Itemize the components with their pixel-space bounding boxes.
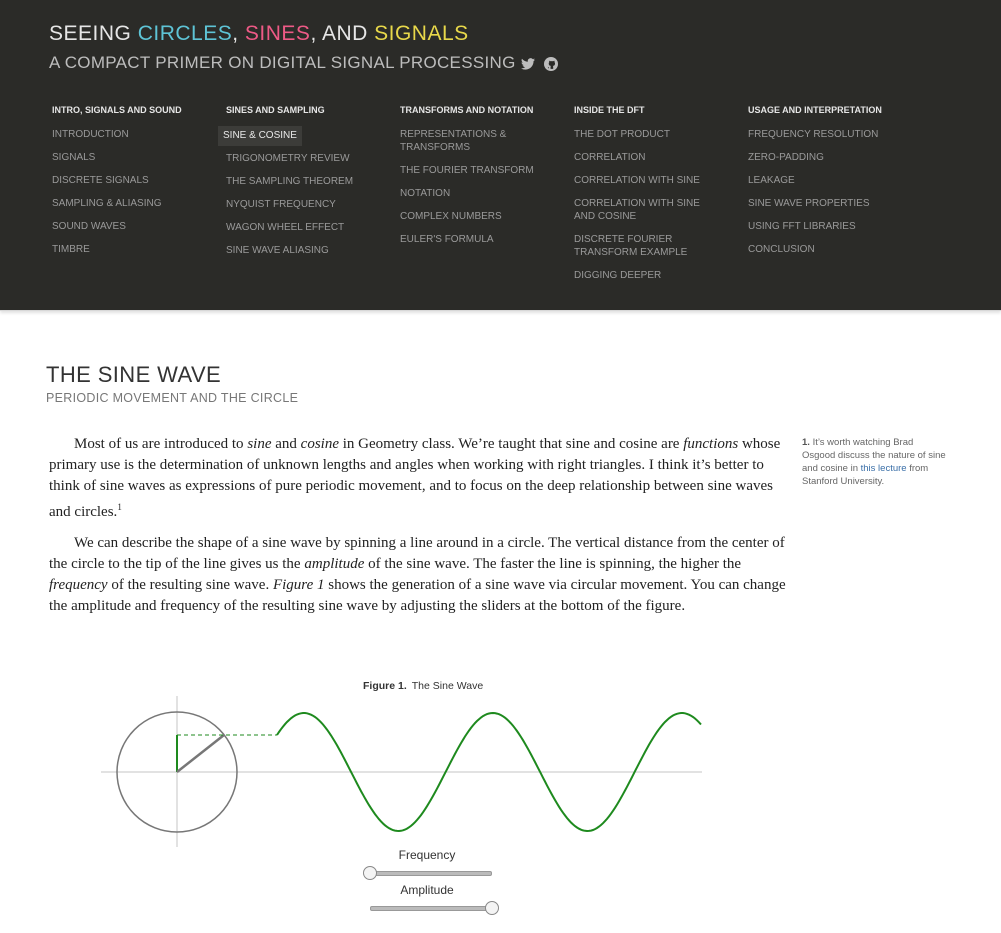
text-run: in Geometry class. We’re taught that sin… <box>338 436 684 452</box>
frequency-label: Frequency <box>398 848 456 862</box>
nav-item-sound-waves[interactable]: SOUND WAVES <box>49 217 214 237</box>
text-run: amplitude <box>304 556 365 572</box>
amplitude-label: Amplitude <box>400 883 454 897</box>
nav-item-dot-product[interactable]: THE DOT PRODUCT <box>571 125 736 145</box>
nav-item-representations-transforms[interactable]: REPRESENTATIONS & TRANSFORMS <box>397 125 525 158</box>
nav-item-correlation-sine-cosine[interactable]: CORRELATION WITH SINE AND COSINE <box>571 194 719 227</box>
nav-item-trigonometry-review[interactable]: TRIGONOMETRY REVIEW <box>223 149 388 169</box>
nav-item-wagon-wheel-effect[interactable]: WAGON WHEEL EFFECT <box>223 218 388 238</box>
nav-item-timbre[interactable]: TIMBRE <box>49 240 214 260</box>
nav-heading: SINES AND SAMPLING <box>226 105 325 115</box>
text-run: of the resulting sine wave. <box>107 577 273 593</box>
nav-item-discrete-signals[interactable]: DISCRETE SIGNALS <box>49 171 214 191</box>
nav-item-conclusion[interactable]: CONCLUSION <box>745 240 910 260</box>
nav-item-correlation[interactable]: CORRELATION <box>571 148 736 168</box>
amplitude-slider-knob[interactable] <box>485 901 499 915</box>
text-run: Most of us are introduced to <box>74 436 248 452</box>
slider-track <box>370 871 492 876</box>
paragraph: We can describe the shape of a sine wave… <box>49 533 787 617</box>
title-part: , <box>232 22 245 45</box>
frequency-slider[interactable] <box>363 866 492 880</box>
nav-item-sine-cosine[interactable]: SINE & COSINE <box>218 126 302 146</box>
github-icon[interactable] <box>544 57 558 71</box>
slider-track <box>370 906 492 911</box>
title-word-signals: SIGNALS <box>374 22 469 45</box>
text-run: frequency <box>49 577 108 593</box>
nav-item-digging-deeper[interactable]: DIGGING DEEPER <box>571 266 736 286</box>
page-subtitle: PERIODIC MOVEMENT AND THE CIRCLE <box>46 391 299 405</box>
nav-item-sampling-aliasing[interactable]: SAMPLING & ALIASING <box>49 194 214 214</box>
nav-item-signals[interactable]: SIGNALS <box>49 148 214 168</box>
nav-item-eulers-formula[interactable]: EULER'S FORMULA <box>397 230 562 250</box>
nav-item-correlation-with-sine[interactable]: CORRELATION WITH SINE <box>571 171 736 191</box>
footnote-marker[interactable]: 1 <box>117 502 122 512</box>
lecture-link[interactable]: this lecture <box>861 463 907 474</box>
nav-item-leakage[interactable]: LEAKAGE <box>745 171 910 191</box>
figure-caption: Figure 1. The Sine Wave <box>363 680 483 692</box>
site-header: SEEING CIRCLES, SINES, AND SIGNALS A COM… <box>0 0 1001 311</box>
nav-item-zero-padding[interactable]: ZERO-PADDING <box>745 148 910 168</box>
nav-item-using-fft-libraries[interactable]: USING FFT LIBRARIES <box>745 217 910 237</box>
text-run: cosine <box>300 436 339 452</box>
sidenote-number: 1. <box>802 437 810 448</box>
nav-column: SINES AND SAMPLING SINE & COSINE TRIGONO… <box>218 105 388 264</box>
rotating-radius <box>176 734 225 773</box>
twitter-icon[interactable] <box>521 57 535 71</box>
nav-item-sine-wave-properties[interactable]: SINE WAVE PROPERTIES <box>745 194 910 214</box>
text-run: functions <box>683 436 739 452</box>
paragraph: Most of us are introduced to sine and co… <box>49 434 787 523</box>
figure-label: Figure 1. <box>363 680 407 692</box>
amplitude-slider[interactable] <box>370 901 499 915</box>
nav-item-notation[interactable]: NOTATION <box>397 184 562 204</box>
nav-column: USAGE AND INTERPRETATION FREQUENCY RESOL… <box>745 105 910 263</box>
text-run: Figure 1 <box>272 577 325 593</box>
site-subtitle: A COMPACT PRIMER ON DIGITAL SIGNAL PROCE… <box>49 53 516 72</box>
title-part: , AND <box>310 22 375 45</box>
nav-heading: INSIDE THE DFT <box>574 105 645 115</box>
text-run: of the sine wave. The faster the line is… <box>364 556 742 572</box>
nav-heading: TRANSFORMS AND NOTATION <box>400 105 534 115</box>
site-title[interactable]: SEEING CIRCLES, SINES, AND SIGNALS <box>49 22 469 46</box>
frequency-slider-knob[interactable] <box>363 866 377 880</box>
title-word-circles: CIRCLES <box>137 22 233 45</box>
nav-item-introduction[interactable]: INTRODUCTION <box>49 125 214 145</box>
nav-item-dft-example[interactable]: DISCRETE FOURIER TRANSFORM EXAMPLE <box>571 230 709 263</box>
figure-title: The Sine Wave <box>411 680 484 692</box>
nav-column: INSIDE THE DFT THE DOT PRODUCT CORRELATI… <box>571 105 736 289</box>
sine-wave-figure <box>101 696 702 847</box>
nav-heading: USAGE AND INTERPRETATION <box>748 105 882 115</box>
text-run: sine <box>247 436 272 452</box>
nav-column: TRANSFORMS AND NOTATION REPRESENTATIONS … <box>397 105 562 253</box>
nav-item-nyquist-frequency[interactable]: NYQUIST FREQUENCY <box>223 195 388 215</box>
nav-item-sampling-theorem[interactable]: THE SAMPLING THEOREM <box>223 172 388 192</box>
title-part: SEEING <box>49 22 138 45</box>
nav-item-complex-numbers[interactable]: COMPLEX NUMBERS <box>397 207 562 227</box>
nav-item-sine-wave-aliasing[interactable]: SINE WAVE ALIASING <box>223 241 388 261</box>
nav-column: INTRO, SIGNALS AND SOUND INTRODUCTION SI… <box>49 105 214 263</box>
text-run: and <box>271 436 301 452</box>
sidenote: 1. It’s worth watching Brad Osgood discu… <box>802 436 947 488</box>
page-title: THE SINE WAVE <box>46 362 222 387</box>
nav-heading: INTRO, SIGNALS AND SOUND <box>52 105 182 115</box>
title-word-sines: SINES <box>244 22 311 45</box>
nav-item-frequency-resolution[interactable]: FREQUENCY RESOLUTION <box>745 125 910 145</box>
nav-item-fourier-transform[interactable]: THE FOURIER TRANSFORM <box>397 161 562 181</box>
